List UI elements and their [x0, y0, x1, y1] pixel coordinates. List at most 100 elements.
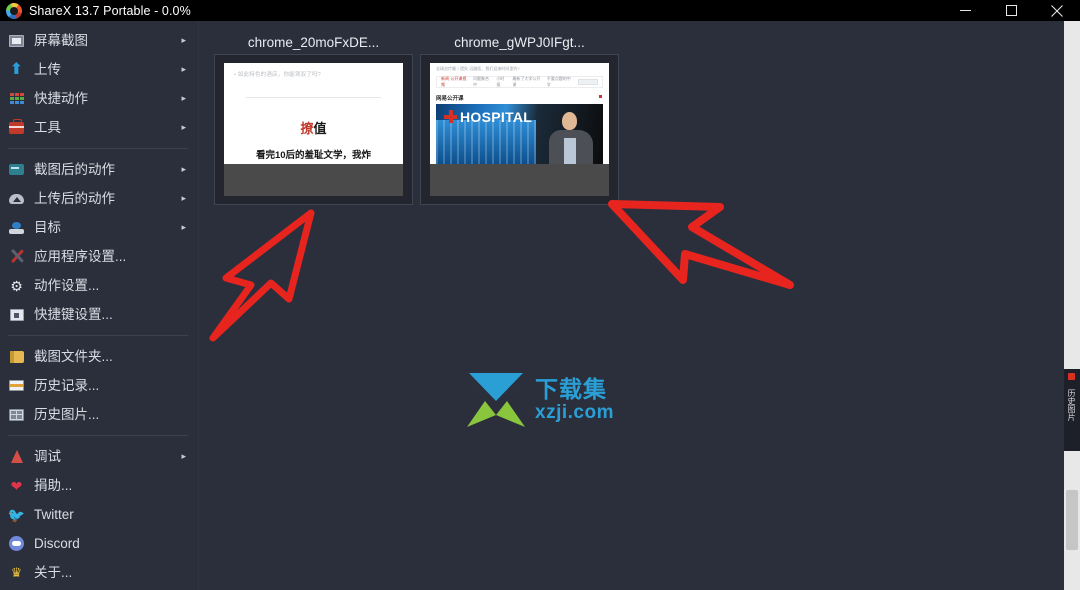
sidebar-item-about[interactable]: ♛ 关于...	[0, 558, 198, 587]
thumbnail-item[interactable]: chrome_gWPJ0IFgt... 全球治疗最丨遗失·远路医、我们迎来时间里…	[420, 30, 619, 205]
screenshot-icon	[8, 32, 25, 49]
sidebar-item-workflows[interactable]: 快捷动作 ▸	[0, 84, 198, 113]
maximize-button[interactable]	[988, 0, 1034, 21]
sidebar-item-task-settings[interactable]: ⚙ 动作设置...	[0, 271, 198, 300]
sidebar-item-application-settings[interactable]: 应用程序设置...	[0, 242, 198, 271]
task-settings-gear-icon: ⚙	[10, 277, 23, 294]
sidebar-item-after-capture[interactable]: 截图后的动作 ▸	[0, 155, 198, 184]
right-edge-badge-icon	[1068, 373, 1075, 380]
chevron-right-icon: ▸	[181, 164, 186, 174]
thumbnail-preview: 全球治疗最丨遗失·远路医、我们迎来时间里的? 新闻·公开课视频 问题聚合中 小时…	[430, 63, 609, 196]
thumbnail-title: chrome_20moFxDE...	[247, 34, 380, 50]
preview-nav-active: 新闻·公开课视频	[441, 76, 467, 87]
preview-nav-item: 不要点题的中学	[546, 76, 571, 87]
window-title: ShareX 13.7 Portable - 0.0%	[29, 3, 191, 18]
destination-icon	[8, 219, 25, 236]
sidebar-item-label: 历史图片...	[34, 406, 100, 422]
preview-section-title: 网易公开课	[436, 96, 464, 102]
after-upload-cloud-icon	[8, 190, 25, 207]
preview-headline-red: 撩	[300, 121, 314, 136]
thumbnail-item[interactable]: chrome_20moFxDE... • 如此特色的酒店，你能驾驭了吗? 撩值 …	[214, 30, 413, 205]
preview-nav-item: 最新了大学公开课	[512, 76, 541, 87]
preview-headline-dark: 值	[313, 121, 327, 136]
sidebar-item-label: 截图文件夹...	[34, 348, 113, 364]
menu-divider	[8, 335, 188, 336]
sidebar-item-destinations[interactable]: 目标 ▸	[0, 213, 198, 242]
hotkey-settings-keyboard-icon	[8, 306, 25, 323]
preview-hero-word: HOSPITAL	[460, 109, 533, 125]
about-crown-icon: ♛	[10, 565, 23, 580]
chevron-right-icon: ▸	[181, 193, 186, 203]
preview-red-marker	[599, 95, 602, 98]
red-arrow-right	[608, 200, 794, 289]
sidebar-item-label: 目标	[34, 219, 61, 235]
sidebar-item-discord[interactable]: Discord	[0, 529, 198, 558]
sidebar-item-label: Discord	[34, 535, 80, 551]
thumbnail-preview: • 如此特色的酒店，你能驾驭了吗? 撩值 看完10后的羞耻文学，我炸	[224, 63, 403, 196]
after-capture-tag-icon	[8, 161, 25, 178]
close-button[interactable]	[1034, 0, 1080, 21]
upload-arrow-icon: ⬆	[9, 60, 24, 78]
chevron-right-icon: ▸	[181, 451, 186, 461]
twitter-icon: 🐦	[7, 506, 26, 523]
scrollbar-thumb[interactable]	[1066, 490, 1078, 550]
sidebar-item-label: 上传	[34, 61, 61, 77]
sidebar-item-image-history[interactable]: 历史图片...	[0, 400, 198, 429]
thumbnail-title: chrome_gWPJ0IFgt...	[454, 34, 585, 50]
sidebar-item-label: 快捷键设置...	[34, 306, 113, 322]
sharex-logo-icon	[6, 2, 22, 19]
preview-search-box	[577, 79, 598, 85]
right-edge-panel: 历史图片	[1064, 21, 1080, 590]
chevron-right-icon: ▸	[181, 122, 186, 132]
watermark-url: xzji.com	[535, 402, 614, 423]
preview-nav-item: 问题聚合中	[472, 76, 489, 87]
sidebar-item-label: 调试	[34, 448, 61, 464]
right-edge-label: 历史图片	[1067, 389, 1076, 421]
toolbox-icon	[8, 118, 25, 136]
preview-dark-bar	[430, 164, 609, 196]
preview-dark-bar	[224, 164, 403, 196]
sidebar-item-label: 历史记录...	[34, 377, 100, 393]
sidebar-item-screenshots-folder[interactable]: 截图文件夹...	[0, 342, 198, 371]
history-icon	[8, 377, 25, 394]
red-cross-icon	[444, 110, 457, 123]
xzji-logo-icon	[467, 373, 525, 427]
sidebar-menu: 屏幕截图 ▸ ⬆ 上传 ▸ 快捷动作 ▸ 工具 ▸ 截图后的动作 ▸ 上传后的动…	[0, 21, 199, 590]
menu-divider	[8, 435, 188, 436]
watermark-title: 下载集	[535, 376, 607, 402]
screenshots-folder-icon	[8, 348, 25, 365]
right-edge-tab[interactable]: 历史图片	[1064, 369, 1080, 451]
preview-headline: 撩值	[224, 118, 403, 137]
preview-nav-item: 小时报	[496, 76, 505, 87]
sidebar-item-label: 应用程序设置...	[34, 248, 127, 264]
sidebar-item-history[interactable]: 历史记录...	[0, 371, 198, 400]
preview-top-line: • 如此特色的酒店，你能驾驭了吗?	[234, 72, 321, 78]
app-settings-tools-icon	[8, 248, 25, 265]
chevron-right-icon: ▸	[181, 35, 186, 45]
preview-nav-row: 新闻·公开课视频 问题聚合中 小时报 最新了大学公开课 不要点题的中学	[436, 76, 603, 88]
sidebar-item-label: 捐助...	[34, 477, 73, 493]
sidebar-item-donate[interactable]: ❤ 捐助...	[0, 471, 198, 500]
thumbnail-frame[interactable]: • 如此特色的酒店，你能驾驭了吗? 撩值 看完10后的羞耻文学，我炸	[214, 54, 413, 205]
sidebar-item-upload[interactable]: ⬆ 上传 ▸	[0, 55, 198, 84]
watermark: 下载集 xzji.com	[465, 371, 614, 429]
sidebar-item-twitter[interactable]: 🐦 Twitter	[0, 500, 198, 529]
minimize-button[interactable]	[942, 0, 988, 21]
window-controls	[942, 0, 1080, 21]
thumbnail-frame[interactable]: 全球治疗最丨遗失·远路医、我们迎来时间里的? 新闻·公开课视频 问题聚合中 小时…	[420, 54, 619, 205]
sidebar-item-hotkey-settings[interactable]: 快捷键设置...	[0, 300, 198, 329]
sidebar-item-debug[interactable]: 调试 ▸	[0, 442, 198, 471]
sidebar-item-tools[interactable]: 工具 ▸	[0, 113, 198, 142]
task-list-area: chrome_20moFxDE... • 如此特色的酒店，你能驾驭了吗? 撩值 …	[200, 21, 1060, 590]
quick-actions-grid-icon	[8, 90, 25, 107]
menu-divider	[8, 148, 188, 149]
preview-hero-image: HOSPITAL	[436, 104, 603, 164]
debug-cone-icon	[8, 448, 25, 465]
sidebar-item-label: 截图后的动作	[34, 161, 115, 177]
discord-icon	[8, 535, 25, 552]
sidebar-item-capture[interactable]: 屏幕截图 ▸	[0, 26, 198, 55]
red-arrow-left	[209, 209, 315, 342]
preview-divider	[246, 97, 381, 98]
sidebar-item-after-upload[interactable]: 上传后的动作 ▸	[0, 184, 198, 213]
image-history-icon	[8, 406, 25, 423]
